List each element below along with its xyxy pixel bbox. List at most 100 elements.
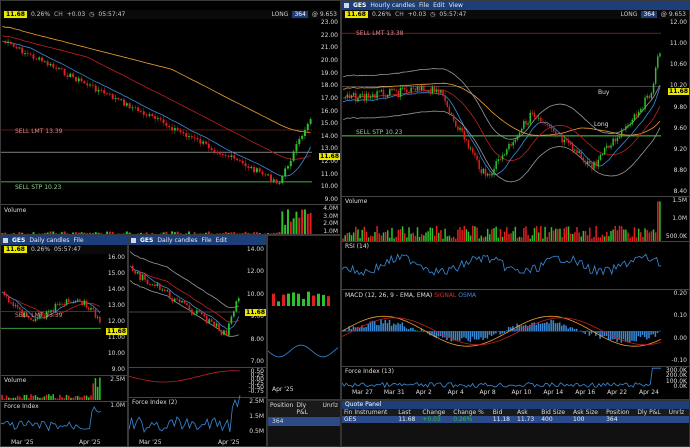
candle-body	[220, 330, 223, 335]
osma-bar	[465, 331, 467, 339]
small1-candles-menu[interactable]: Daily candles	[29, 237, 69, 244]
candle-body	[565, 139, 568, 141]
axis-tick-label: 9.00	[324, 196, 338, 203]
candle-body	[35, 58, 38, 60]
hourly-volume-chart[interactable]	[342, 197, 661, 241]
candle-body	[139, 111, 142, 112]
osma-bar	[629, 331, 631, 343]
mini-strip-chart[interactable]	[268, 236, 341, 376]
volume-bar	[467, 231, 470, 241]
small1-force-index-chart[interactable]	[1, 402, 102, 436]
mini-strip-window: Apr '25	[267, 235, 341, 400]
hourly-price-chart[interactable]	[342, 19, 661, 196]
main-sell-stop-label[interactable]: SELL STP 10.23	[15, 184, 61, 191]
candle-body	[74, 76, 77, 82]
axis-tick-label: -0.75	[248, 388, 264, 395]
hourly-edit-menu[interactable]: Edit	[433, 2, 445, 9]
quote-col-header[interactable]: Bid	[490, 409, 515, 416]
candle-body	[250, 166, 253, 169]
axis-tick-label: 19.00	[320, 69, 338, 77]
quote-col-header[interactable]: Last	[396, 409, 421, 416]
axis-tick-label: 14.00	[320, 132, 338, 140]
candle-body	[561, 135, 563, 143]
hourly-file-menu[interactable]: File	[419, 2, 429, 9]
candle-body	[425, 90, 427, 92]
volume-bar	[303, 209, 306, 234]
axis-tick-label: 4.0M	[323, 205, 338, 212]
candle-body	[114, 98, 117, 99]
osma-bar	[541, 323, 544, 332]
small2-candles-menu[interactable]: Daily candles	[157, 237, 197, 244]
osma-bar	[393, 323, 395, 332]
clock-icon: ◷	[89, 11, 95, 18]
main-price-chart[interactable]	[1, 19, 312, 204]
candle-body	[49, 63, 52, 66]
candle-body	[491, 173, 493, 176]
mini-col-position: Position	[270, 402, 294, 409]
hourly-candles-menu[interactable]: Hourly candles	[370, 2, 415, 9]
candle-body	[120, 99, 123, 101]
volume-bar	[554, 228, 557, 241]
quote-col-header[interactable]: Dly P&L	[635, 409, 667, 416]
small2-macd-chart[interactable]	[129, 368, 241, 396]
volume-bar	[574, 232, 576, 241]
small2-file-menu[interactable]: File	[202, 237, 212, 244]
candle-body	[24, 53, 27, 55]
quote-col-header[interactable]: Ask	[515, 409, 540, 416]
volume-bar	[654, 232, 657, 241]
hourly-view-menu[interactable]: View	[449, 2, 463, 9]
hourly-macd-chart[interactable]	[342, 290, 662, 365]
candle-body	[76, 299, 79, 301]
candle-body	[399, 87, 402, 97]
main-volume-chart[interactable]	[1, 205, 312, 235]
quote-col-header[interactable]: Fin Instrument	[342, 409, 397, 416]
quote-row[interactable]: GES 11.68 +0.03 0.26% 11.18 11.73 400 100 364	[342, 416, 689, 423]
candle-body	[289, 160, 292, 167]
small2-price-chart[interactable]	[129, 246, 240, 366]
candle-body	[183, 300, 186, 304]
volume-bar	[382, 232, 385, 241]
candle-body	[452, 115, 455, 121]
hourly-sell-limit-label[interactable]: SELL LMT 13.38	[356, 30, 403, 37]
small2-edit-menu[interactable]: Edit	[216, 237, 228, 244]
hourly-sell-stop-label[interactable]: SELL STP 10.23	[356, 129, 402, 136]
quote-col-header[interactable]: Unrlz	[666, 409, 689, 416]
candle-body	[190, 136, 193, 138]
moving-average-line	[2, 25, 311, 133]
hourly-rsi-chart[interactable]	[342, 242, 662, 288]
quote-col-header[interactable]: Change	[420, 409, 452, 416]
quote-col-header[interactable]: Bid Size	[539, 409, 572, 416]
volume-bar	[474, 226, 476, 241]
volume-bar	[85, 395, 88, 400]
quote-cell: +0.03	[420, 416, 452, 423]
small2-force-index-chart[interactable]	[129, 395, 241, 436]
window-icon	[344, 3, 349, 8]
volume-bar	[352, 232, 355, 241]
candle-body	[235, 301, 238, 312]
volume-bar	[363, 226, 366, 241]
candle-body	[241, 160, 244, 164]
main-sell-limit-label[interactable]: SELL LMT 13.39	[15, 128, 62, 135]
candle-body	[365, 93, 368, 101]
volume-bar	[76, 395, 79, 400]
volume-bar	[295, 211, 298, 234]
quote-col-header[interactable]: Position	[604, 409, 636, 416]
small1-file-menu[interactable]: File	[74, 237, 84, 244]
candle-body	[72, 302, 74, 303]
volume-bar	[30, 394, 32, 400]
osma-bar	[467, 331, 469, 341]
volume-bar	[36, 396, 39, 400]
small1-sell-limit-label[interactable]: SELL LMT 13.39	[15, 312, 62, 319]
volume-bar	[289, 221, 292, 234]
volume-bar	[63, 398, 66, 400]
quote-col-header[interactable]: Change %	[451, 409, 491, 416]
quote-col-header[interactable]: Ask Size	[571, 409, 605, 416]
small1-volume-chart[interactable]	[1, 376, 101, 400]
candle-body	[346, 94, 349, 98]
axis-tick-label: 0.0K	[673, 383, 687, 390]
volume-bar	[438, 232, 440, 241]
volume-bar	[589, 227, 591, 241]
osma-bar	[384, 319, 387, 332]
osma-bar	[478, 331, 480, 340]
candle-body	[416, 86, 419, 91]
